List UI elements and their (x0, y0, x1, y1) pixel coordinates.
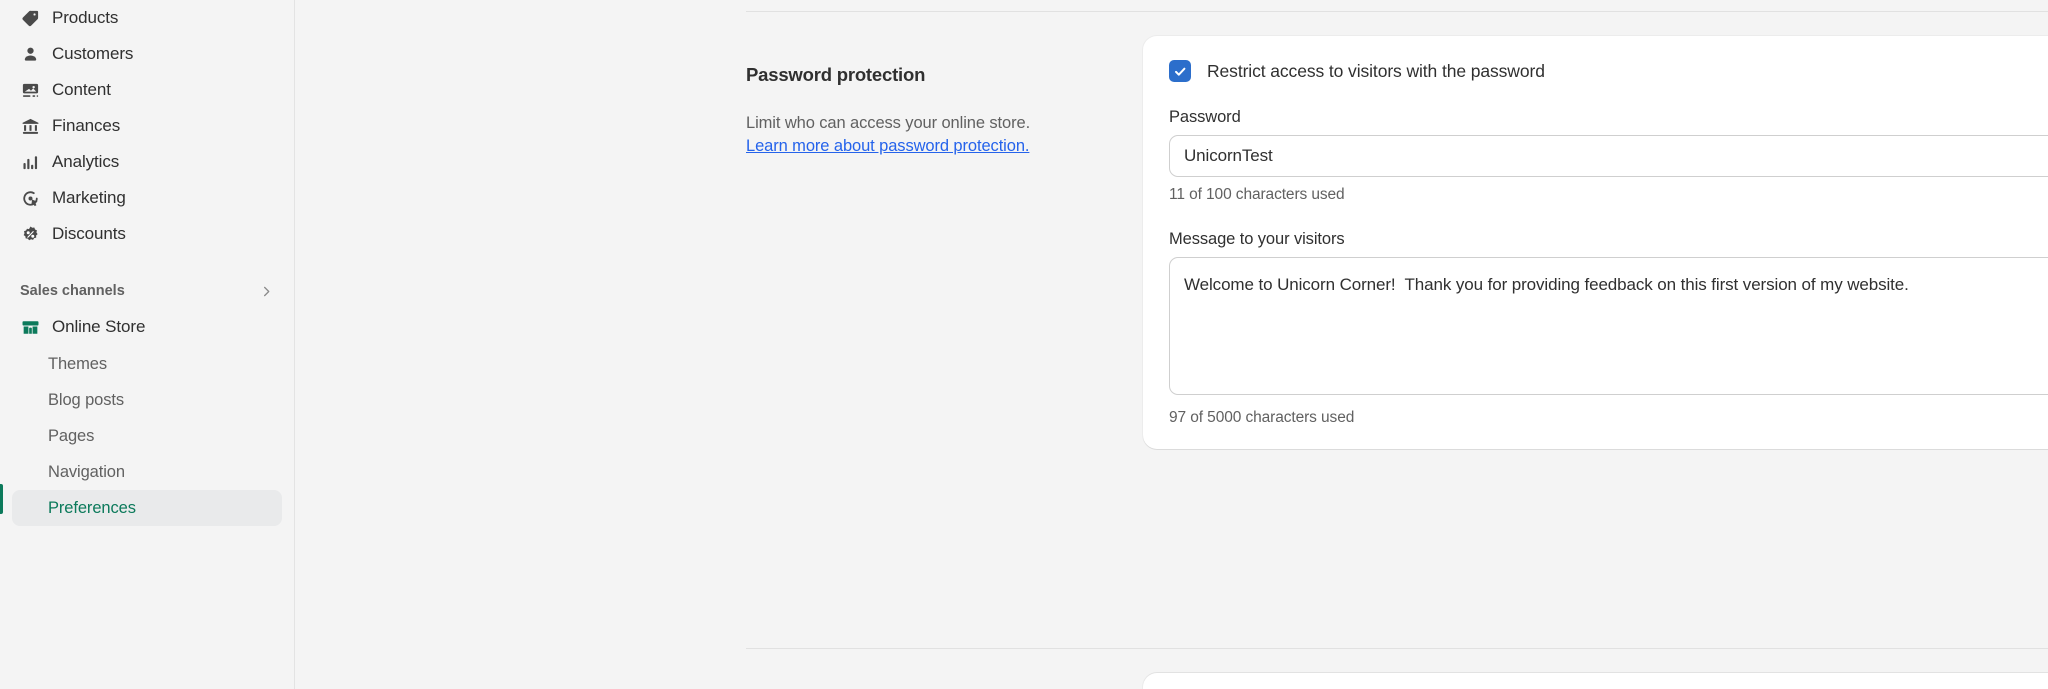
message-textarea[interactable] (1169, 257, 2048, 395)
page-title: Password protection (746, 64, 926, 85)
active-indicator-bar (0, 484, 3, 514)
sidebar-section-label: Sales channels (20, 283, 125, 299)
password-char-counter: 11 of 100 characters used (1169, 186, 1345, 203)
sidebar-section-sales-channels[interactable]: Sales channels (0, 274, 294, 308)
sidebar-item-label: Themes (48, 354, 108, 373)
sidebar-item-label: Pages (48, 426, 95, 445)
bar-chart-icon (20, 152, 40, 172)
password-field-group: Password 11 of 100 characters used (1169, 108, 2048, 204)
sidebar-item-label: Finances (52, 116, 121, 135)
chevron-right-icon[interactable] (259, 284, 274, 299)
sidebar: Products Customers Content Finances Anal… (0, 0, 295, 689)
password-label: Password (1169, 108, 1241, 126)
storefront-icon (20, 317, 40, 337)
sidebar-item-themes[interactable]: Themes (12, 346, 282, 382)
sidebar-item-discounts[interactable]: Discounts (12, 216, 282, 252)
sidebar-item-customers[interactable]: Customers (12, 36, 282, 72)
sidebar-item-label: Navigation (48, 462, 125, 481)
next-section-card (1143, 673, 2048, 689)
sidebar-item-products[interactable]: Products (12, 0, 282, 36)
sidebar-item-content[interactable]: Content (12, 72, 282, 108)
image-icon (20, 80, 40, 100)
message-field-group: Message to your visitors 97 of 5000 char… (1169, 230, 2048, 427)
bank-icon (20, 116, 40, 136)
sidebar-item-analytics[interactable]: Analytics (12, 144, 282, 180)
restrict-access-label: Restrict access to visitors with the pas… (1207, 60, 1545, 81)
section-description: Limit who can access your online store. (746, 114, 1031, 132)
sidebar-item-pages[interactable]: Pages (12, 418, 282, 454)
sidebar-item-online-store[interactable]: Online Store (12, 308, 282, 346)
password-protection-card: Restrict access to visitors with the pas… (1143, 36, 2048, 449)
sidebar-item-preferences[interactable]: Preferences (12, 490, 282, 526)
main-content: Password protection Limit who can access… (295, 0, 2048, 689)
sidebar-item-label: Blog posts (48, 390, 125, 409)
section-divider-top (746, 11, 2048, 12)
sidebar-item-label: Online Store (52, 317, 146, 336)
sidebar-item-label: Content (52, 80, 111, 99)
sidebar-item-label: Preferences (48, 498, 136, 517)
message-char-counter: 97 of 5000 characters used (1169, 409, 1355, 426)
sidebar-item-marketing[interactable]: Marketing (12, 180, 282, 216)
sidebar-item-blog-posts[interactable]: Blog posts (12, 382, 282, 418)
sidebar-item-navigation[interactable]: Navigation (12, 454, 282, 490)
learn-more-link[interactable]: Learn more about password protection. (746, 137, 1146, 156)
sidebar-item-label: Customers (52, 44, 134, 63)
check-icon (1173, 64, 1188, 79)
preferences-page: Products Customers Content Finances Anal… (0, 0, 2048, 689)
restrict-access-row: Restrict access to visitors with the pas… (1169, 60, 2048, 82)
sidebar-item-label: Discounts (52, 224, 126, 243)
sidebar-item-label: Products (52, 8, 119, 27)
sidebar-item-finances[interactable]: Finances (12, 108, 282, 144)
section-description-column: Password protection Limit who can access… (295, 36, 1030, 156)
sidebar-item-label: Analytics (52, 152, 120, 171)
target-cursor-icon (20, 188, 40, 208)
section-divider-bottom (746, 648, 2048, 649)
person-icon (20, 44, 40, 64)
sidebar-item-label: Marketing (52, 188, 126, 207)
password-input[interactable] (1169, 135, 2048, 177)
discount-badge-icon (20, 224, 40, 244)
tag-icon (20, 8, 40, 28)
restrict-access-checkbox[interactable] (1169, 60, 1191, 82)
sidebar-nav-list: Products Customers Content Finances Anal… (0, 0, 294, 252)
message-label: Message to your visitors (1169, 230, 1345, 248)
